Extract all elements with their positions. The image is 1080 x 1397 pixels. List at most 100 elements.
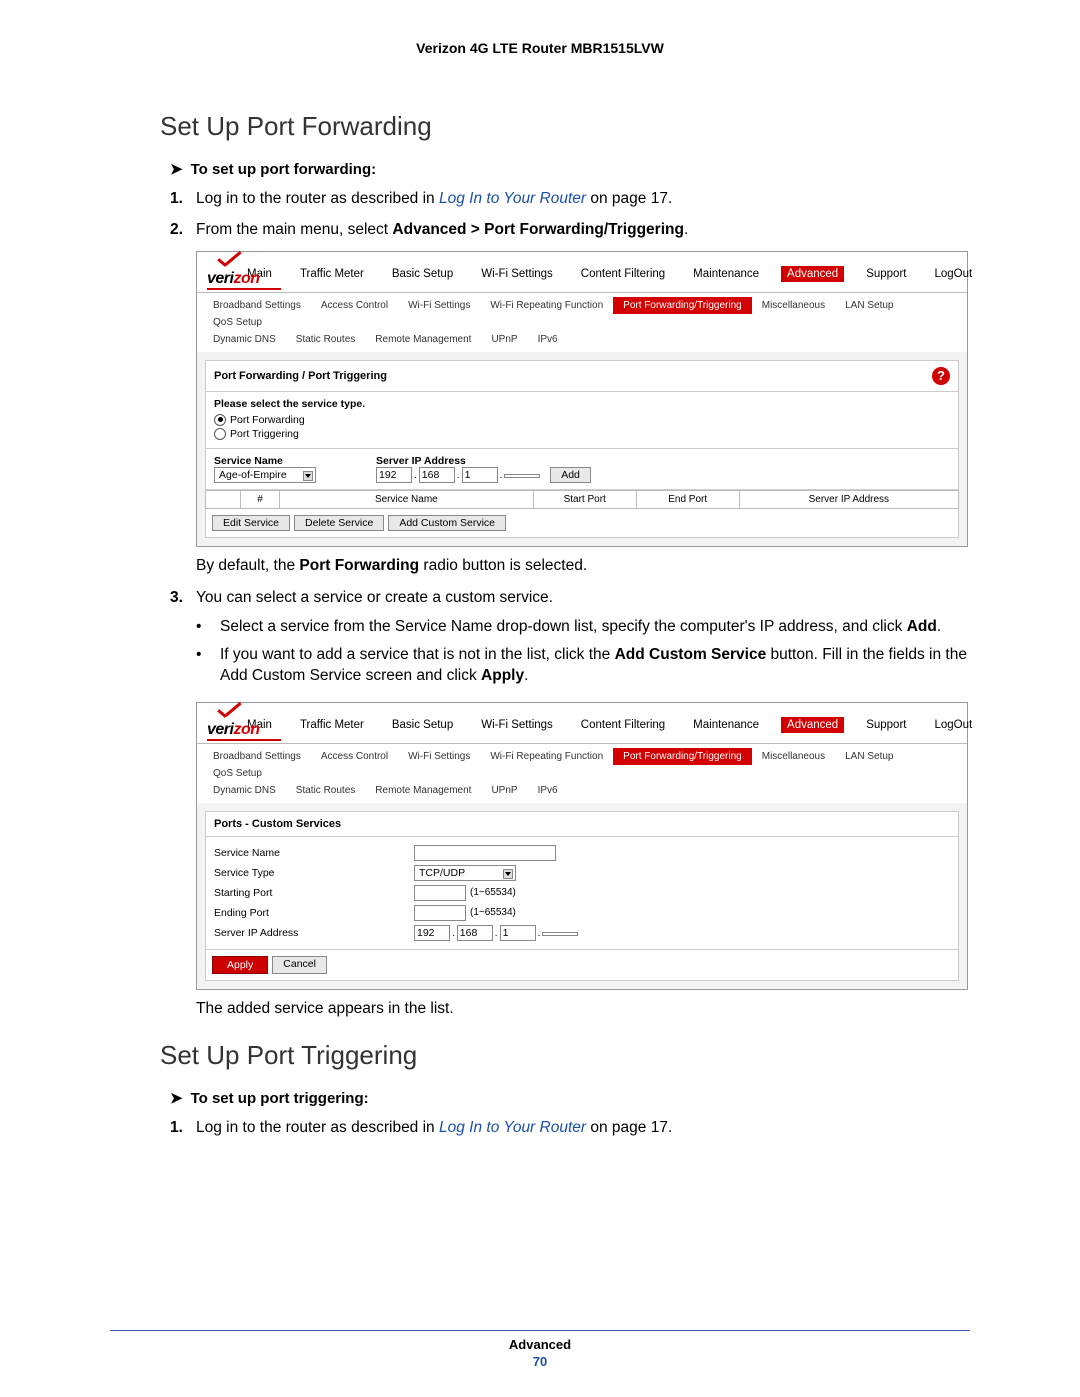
service-name-input[interactable] [414, 845, 556, 861]
radio-port-triggering[interactable]: Port Triggering [214, 428, 950, 440]
text: You can select a service or create a cus… [196, 589, 553, 606]
nav-support[interactable]: Support [860, 266, 912, 282]
logo-text: zon [233, 270, 259, 287]
logo-text: veri [207, 721, 233, 738]
port-forwarding-table: # Service Name Start Port End Port Serve… [205, 490, 959, 509]
ip-octet-4[interactable] [542, 932, 578, 936]
text: on page 17. [586, 1119, 672, 1136]
subnav-misc[interactable]: Miscellaneous [752, 748, 835, 765]
subnav-lan-setup[interactable]: LAN Setup [835, 748, 903, 765]
subnav-port-forwarding[interactable]: Port Forwarding/Triggering [613, 748, 752, 765]
label-service-type: Service Type [214, 867, 414, 879]
panel-title: Port Forwarding / Port Triggering [214, 370, 387, 382]
link-login-router[interactable]: Log In to Your Router [439, 190, 586, 207]
subnav-upnp[interactable]: UPnP [481, 782, 527, 799]
subnav-remote-mgmt[interactable]: Remote Management [365, 782, 481, 799]
th-number: # [241, 490, 280, 508]
edit-service-button[interactable]: Edit Service [212, 515, 290, 531]
apply-button[interactable]: Apply [212, 956, 268, 974]
router-screenshot-custom-services: verizon Main Traffic Meter Basic Setup W… [196, 702, 968, 990]
ip-octet-3[interactable]: 1 [462, 467, 498, 483]
step-3: 3. You can select a service or create a … [170, 587, 970, 693]
doc-header: Verizon 4G LTE Router MBR1515LVW [110, 40, 970, 56]
service-name-select[interactable]: Age-of-Empire [214, 467, 316, 483]
nav-wifi-settings[interactable]: Wi-Fi Settings [475, 266, 559, 282]
menu-path: Advanced > Port Forwarding/Triggering [392, 221, 684, 238]
subnav-lan-setup[interactable]: LAN Setup [835, 297, 903, 314]
step-1-triggering: 1. Log in to the router as described in … [170, 1117, 970, 1139]
subnav-static-routes[interactable]: Static Routes [286, 331, 365, 348]
delete-service-button[interactable]: Delete Service [294, 515, 384, 531]
nav-basic-setup[interactable]: Basic Setup [386, 717, 459, 733]
th-select [206, 490, 241, 508]
service-type-select[interactable]: TCP/UDP [414, 865, 516, 881]
subnav-upnp[interactable]: UPnP [481, 331, 527, 348]
th-service-name: Service Name [280, 490, 534, 508]
nav-content-filtering[interactable]: Content Filtering [575, 717, 671, 733]
nav-advanced[interactable]: Advanced [781, 266, 844, 282]
nav-traffic-meter[interactable]: Traffic Meter [294, 717, 370, 733]
subnav-ipv6[interactable]: IPv6 [528, 782, 568, 799]
panel-title: Ports - Custom Services [214, 818, 341, 830]
subnav-access-control[interactable]: Access Control [311, 297, 398, 314]
subnav-access-control[interactable]: Access Control [311, 748, 398, 765]
text: From the main menu, select [196, 221, 392, 238]
subnav-wifi-settings[interactable]: Wi-Fi Settings [398, 297, 480, 314]
page-footer: Advanced 70 [0, 1330, 1080, 1369]
th-start-port: Start Port [534, 490, 637, 508]
task-label: To set up port triggering: [191, 1090, 369, 1107]
subnav-port-forwarding[interactable]: Port Forwarding/Triggering [613, 297, 752, 314]
sub-nav-row1: Broadband Settings Access Control Wi-Fi … [197, 743, 967, 782]
subnav-ipv6[interactable]: IPv6 [528, 331, 568, 348]
paragraph: The added service appears in the list. [196, 998, 970, 1020]
subnav-broadband[interactable]: Broadband Settings [203, 297, 311, 314]
nav-maintenance[interactable]: Maintenance [687, 266, 765, 282]
ip-octet-1[interactable]: 192 [414, 925, 450, 941]
nav-advanced[interactable]: Advanced [781, 717, 844, 733]
nav-logout[interactable]: LogOut [928, 717, 978, 733]
subnav-remote-mgmt[interactable]: Remote Management [365, 331, 481, 348]
subnav-qos-setup[interactable]: QoS Setup [203, 314, 272, 331]
cancel-button[interactable]: Cancel [272, 956, 327, 974]
ip-octet-2[interactable]: 168 [419, 467, 455, 483]
nav-basic-setup[interactable]: Basic Setup [386, 266, 459, 282]
sub-nav-row2: Dynamic DNS Static Routes Remote Managem… [197, 331, 967, 352]
bullet-icon: • [196, 616, 220, 638]
nav-traffic-meter[interactable]: Traffic Meter [294, 266, 370, 282]
link-login-router[interactable]: Log In to Your Router [439, 1119, 586, 1136]
starting-port-input[interactable] [414, 885, 466, 901]
step-1: 1. Log in to the router as described in … [170, 188, 970, 210]
subnav-wifi-repeating[interactable]: Wi-Fi Repeating Function [480, 748, 613, 765]
verizon-check-icon [217, 707, 241, 721]
nav-support[interactable]: Support [860, 717, 912, 733]
subnav-qos-setup[interactable]: QoS Setup [203, 765, 272, 782]
bullet-icon: • [196, 644, 220, 687]
ip-octet-1[interactable]: 192 [376, 467, 412, 483]
chevron-right-icon: ➤ [170, 1089, 183, 1107]
subnav-wifi-repeating[interactable]: Wi-Fi Repeating Function [480, 297, 613, 314]
text: on page 17. [586, 190, 672, 207]
subnav-wifi-settings[interactable]: Wi-Fi Settings [398, 748, 480, 765]
ip-octet-4[interactable] [504, 474, 540, 478]
subnav-broadband[interactable]: Broadband Settings [203, 748, 311, 765]
nav-wifi-settings[interactable]: Wi-Fi Settings [475, 717, 559, 733]
nav-logout[interactable]: LogOut [928, 266, 978, 282]
subnav-ddns[interactable]: Dynamic DNS [203, 782, 286, 799]
ip-octet-2[interactable]: 168 [457, 925, 493, 941]
radio-port-forwarding[interactable]: Port Forwarding [214, 414, 950, 426]
subnav-ddns[interactable]: Dynamic DNS [203, 331, 286, 348]
add-button[interactable]: Add [550, 467, 591, 483]
heading-port-triggering: Set Up Port Triggering [160, 1040, 970, 1071]
ip-octet-3[interactable]: 1 [500, 925, 536, 941]
server-ip-heading: Server IP Address [376, 455, 591, 467]
help-icon[interactable]: ? [932, 367, 950, 385]
ending-port-input[interactable] [414, 905, 466, 921]
add-custom-service-button[interactable]: Add Custom Service [388, 515, 506, 531]
nav-content-filtering[interactable]: Content Filtering [575, 266, 671, 282]
service-name-heading: Service Name [214, 455, 316, 467]
verizon-check-icon [217, 256, 241, 270]
subnav-misc[interactable]: Miscellaneous [752, 297, 835, 314]
label-starting-port: Starting Port [214, 887, 414, 899]
subnav-static-routes[interactable]: Static Routes [286, 782, 365, 799]
nav-maintenance[interactable]: Maintenance [687, 717, 765, 733]
